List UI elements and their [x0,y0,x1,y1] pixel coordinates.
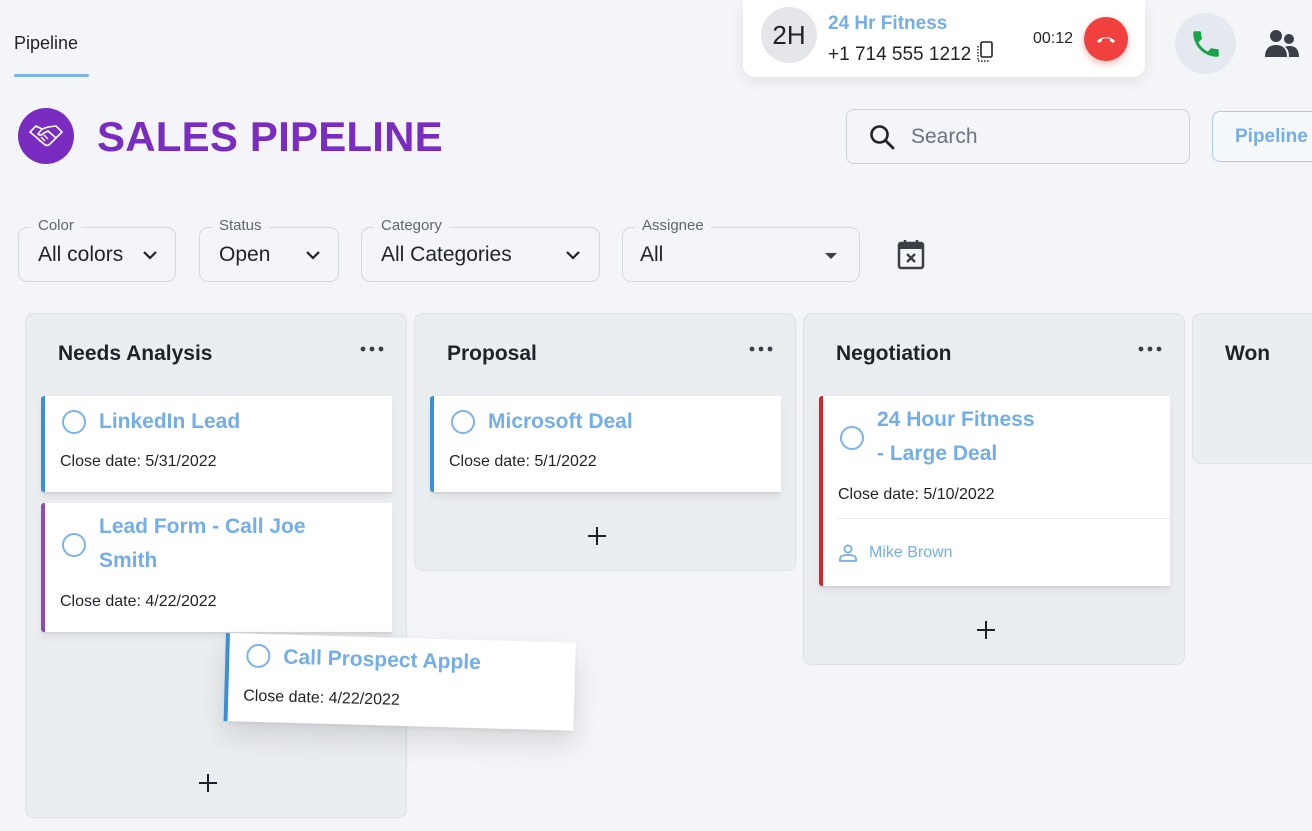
phone-button[interactable] [1175,13,1236,74]
complete-checkbox[interactable] [62,410,86,434]
color-filter-label: Color [31,217,81,234]
complete-checkbox[interactable] [246,643,271,669]
copy-icon[interactable] [976,41,994,63]
complete-checkbox[interactable] [451,410,475,434]
deal-card[interactable]: Microsoft Deal Close date: 5/1/2022 [430,396,781,492]
search-icon [870,124,895,149]
column-title: Won [1225,342,1271,365]
calendar-clear-icon[interactable] [896,238,926,270]
more-options-icon[interactable] [1138,344,1162,354]
chevron-down-icon [566,251,580,260]
deal-title[interactable]: LinkedIn Lead [99,405,240,439]
close-date: Close date: 4/22/2022 [60,593,217,610]
column-title: Needs Analysis [58,342,213,365]
column-proposal: Proposal Microsoft Deal Close date: 5/1/… [414,313,796,571]
deal-title-line: Lead Form - Call Joe [99,515,306,538]
deal-title[interactable]: Microsoft Deal [488,405,633,439]
deal-title-line: - Large Deal [877,442,998,465]
deal-title[interactable]: Call Prospect Apple [283,641,481,681]
card-divider [838,518,1170,519]
assignee-filter-value: All [640,243,664,266]
more-options-icon[interactable] [360,344,384,354]
color-filter-select[interactable]: Color All colors [18,217,176,282]
caller-avatar: 2H [761,7,817,63]
active-tab-indicator [14,74,89,77]
hang-up-icon [1097,37,1115,43]
close-date: Close date: 5/10/2022 [838,486,995,503]
person-icon [839,544,857,562]
close-date: Close date: 5/1/2022 [449,453,597,470]
column-negotiation: Negotiation 24 Hour Fitness - Large Deal… [803,313,1185,665]
caret-down-icon [825,253,837,259]
color-filter-value: All colors [38,243,124,266]
hang-up-button[interactable] [1084,17,1128,61]
search-field[interactable] [846,109,1190,164]
deal-title-line: Smith [99,549,158,572]
dragging-deal-card[interactable]: Call Prospect Apple Close date: 4/22/202… [223,633,576,731]
assignee-filter-select[interactable]: Assignee All [622,217,860,282]
complete-checkbox[interactable] [840,426,864,450]
category-filter-value: All Categories [381,243,512,266]
call-timer: 00:12 [1033,30,1074,47]
close-date: Close date: 4/22/2022 [243,687,400,709]
deal-card[interactable]: 24 Hour Fitness - Large Deal Close date:… [819,396,1170,586]
status-filter-select[interactable]: Status Open [199,217,339,282]
status-filter-label: Status [212,217,269,234]
add-card-icon[interactable] [585,524,609,548]
column-title: Negotiation [836,342,952,365]
assignee-name: Mike Brown [869,544,953,561]
handshake-icon [29,125,63,147]
phone-icon [1192,30,1219,57]
pipeline-view-button[interactable]: Pipeline [1212,111,1312,162]
chevron-down-icon [306,251,320,260]
deal-card[interactable]: LinkedIn Lead Close date: 5/31/2022 [41,396,392,492]
more-options-icon[interactable] [749,344,773,354]
search-input[interactable] [911,124,1171,149]
add-card-icon[interactable] [196,771,220,795]
complete-checkbox[interactable] [62,533,86,557]
column-title: Proposal [447,342,537,365]
assignee-filter-label: Assignee [635,217,711,234]
caller-phone-number: +1 714 555 1212 [828,44,972,65]
deal-title-line: 24 Hour Fitness [877,408,1035,431]
active-call-panel: 2H 24 Hr Fitness +1 714 555 1212 00:12 [743,0,1145,77]
add-card-icon[interactable] [974,618,998,642]
tab-pipeline[interactable]: Pipeline [14,33,78,54]
column-won: Won [1192,313,1312,464]
deal-title[interactable]: Lead Form - Call Joe Smith [99,510,306,578]
page-title: SALES PIPELINE [97,113,443,160]
card-assignee[interactable]: Mike Brown [838,543,953,563]
column-needs-analysis: Needs Analysis LinkedIn Lead Close date:… [25,313,407,818]
users-icon[interactable] [1264,27,1300,59]
caller-name[interactable]: 24 Hr Fitness [828,13,947,35]
category-filter-label: Category [374,217,449,234]
deal-card[interactable]: Lead Form - Call Joe Smith Close date: 4… [41,503,392,632]
chevron-down-icon [143,251,157,260]
category-filter-select[interactable]: Category All Categories [361,217,600,282]
handshake-logo [18,108,74,164]
status-filter-value: Open [219,243,271,266]
close-date: Close date: 5/31/2022 [60,453,217,470]
deal-title[interactable]: 24 Hour Fitness - Large Deal [877,403,1035,471]
